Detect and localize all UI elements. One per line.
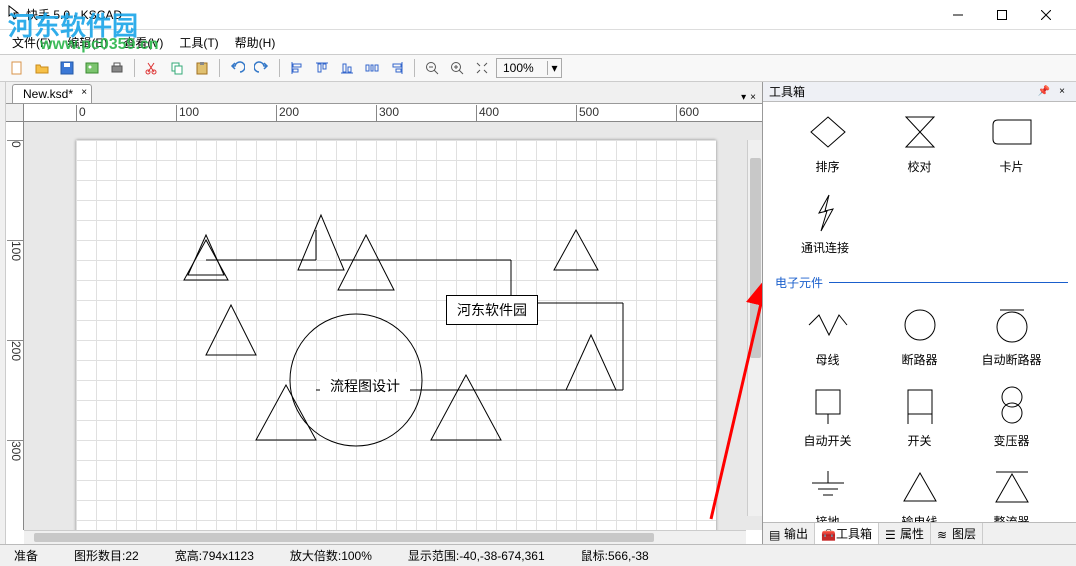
props-icon: ☰ (885, 528, 897, 540)
save-button[interactable] (56, 57, 78, 79)
document-tab-row: New.ksd* × ▾ × (6, 82, 762, 104)
toolbox-panel: 工具箱 📌 × 排序 校对 卡片 (762, 82, 1076, 544)
toolbar: 100% ▾ (0, 54, 1076, 82)
zoom-combo[interactable]: 100% ▾ (496, 58, 562, 78)
shape-auto-breaker[interactable]: 自动断路器 (976, 305, 1048, 368)
ruler-vertical: 0 100 200 300 (6, 122, 24, 530)
maximize-button[interactable] (980, 0, 1024, 30)
shape-sort[interactable]: 排序 (792, 112, 864, 175)
align-bottom-button[interactable] (336, 57, 358, 79)
bus-icon (800, 305, 856, 345)
window-title: 快手 5.0 - KSCAD (26, 6, 936, 23)
panel-close-icon[interactable]: × (1054, 86, 1070, 97)
status-ready: 准备 (6, 547, 46, 564)
menu-edit[interactable]: 编辑(E) (61, 32, 113, 53)
document-tab[interactable]: New.ksd* × (12, 84, 92, 103)
section-electronic[interactable]: 电子元件 (775, 274, 1068, 291)
shape-switch[interactable]: 开关 (884, 386, 956, 449)
shape-ground[interactable]: 接地 (792, 467, 864, 522)
align-left-button[interactable] (286, 57, 308, 79)
minimize-button[interactable] (936, 0, 980, 30)
vertical-scrollbar[interactable] (747, 140, 762, 516)
status-zoom: 放大倍数:100% (282, 547, 380, 564)
menu-tool[interactable]: 工具(T) (173, 32, 224, 53)
canvas-text-box-2[interactable]: 流程图设计 (320, 372, 410, 400)
status-viewport: 显示范围:-40,-38-674,361 (400, 547, 553, 564)
zoom-out-button[interactable] (421, 57, 443, 79)
panel-pin-icon[interactable]: 📌 (1036, 86, 1052, 97)
distribute-h-button[interactable] (361, 57, 383, 79)
align-right-button[interactable] (386, 57, 408, 79)
menubar: 文件(F) 编辑(E) 查看(V) 工具(T) 帮助(H) (0, 30, 1076, 54)
ground-icon (800, 467, 856, 507)
horizontal-scrollbar[interactable] (24, 530, 746, 544)
tab-close-icon[interactable]: × (81, 87, 87, 98)
print-button[interactable] (106, 57, 128, 79)
panel-tab-strip: ▤输出 🧰工具箱 ☰属性 ≋图层 (763, 522, 1076, 544)
sort-icon (800, 112, 856, 152)
shape-check[interactable]: 校对 (884, 112, 956, 175)
statusbar: 准备 图形数目:22 宽高:794x1123 放大倍数:100% 显示范围:-4… (0, 544, 1076, 566)
zoom-value: 100% (497, 61, 547, 75)
window-titlebar: 快手 5.0 - KSCAD (0, 0, 1076, 30)
layers-icon: ≋ (937, 528, 949, 540)
cut-button[interactable] (141, 57, 163, 79)
export-image-button[interactable] (81, 57, 103, 79)
shape-comm-link[interactable]: 通讯连接 (789, 193, 861, 256)
ruler-corner (6, 104, 24, 122)
tab-properties[interactable]: ☰属性 (879, 523, 931, 544)
menu-file[interactable]: 文件(F) (6, 32, 57, 53)
tab-close-all-icon[interactable]: × (750, 92, 756, 103)
status-shape-count: 图形数目:22 (66, 547, 147, 564)
card-icon (984, 112, 1040, 152)
toolbox-icon: 🧰 (821, 528, 833, 540)
status-page-size: 宽高:794x1123 (167, 547, 262, 564)
output-icon: ▤ (769, 528, 781, 540)
open-button[interactable] (31, 57, 53, 79)
undo-button[interactable] (226, 57, 248, 79)
zoom-fit-button[interactable] (471, 57, 493, 79)
shape-breaker[interactable]: 断路器 (884, 305, 956, 368)
app-icon (8, 5, 20, 24)
auto-breaker-icon (984, 305, 1040, 345)
transformer-icon (984, 386, 1040, 426)
powerline-icon (892, 467, 948, 507)
lightning-icon (797, 193, 853, 233)
panel-title: 工具箱 (769, 83, 1034, 100)
align-top-button[interactable] (311, 57, 333, 79)
shape-rectifier[interactable]: 整流器 (976, 467, 1048, 522)
switch-icon (892, 386, 948, 426)
tab-menu-icon[interactable]: ▾ (741, 92, 746, 103)
shape-transformer[interactable]: 变压器 (976, 386, 1048, 449)
paste-button[interactable] (191, 57, 213, 79)
circle-icon (892, 305, 948, 345)
tab-toolbox[interactable]: 🧰工具箱 (815, 523, 879, 544)
ruler-horizontal: 0 100 200 300 400 500 600 (24, 104, 762, 122)
canvas-text-box-1[interactable]: 河东软件园 (446, 295, 538, 325)
menu-help[interactable]: 帮助(H) (229, 32, 282, 53)
shape-bus[interactable]: 母线 (792, 305, 864, 368)
zoom-in-button[interactable] (446, 57, 468, 79)
toolbox-body[interactable]: 排序 校对 卡片 通讯连接 电子元件 (763, 102, 1076, 522)
canvas-viewport[interactable]: 河东软件园 流程图设计 (24, 122, 762, 530)
copy-button[interactable] (166, 57, 188, 79)
menu-view[interactable]: 查看(V) (117, 32, 169, 53)
hourglass-icon (892, 112, 948, 152)
shape-power-line[interactable]: 输电线 (884, 467, 956, 522)
tab-layers[interactable]: ≋图层 (931, 523, 983, 544)
status-mouse: 鼠标:566,-38 (573, 547, 657, 564)
zoom-dropdown-icon[interactable]: ▾ (547, 61, 561, 75)
document-tab-label: New.ksd* (23, 87, 73, 101)
auto-switch-icon (800, 386, 856, 426)
shape-auto-switch[interactable]: 自动开关 (792, 386, 864, 449)
redo-button[interactable] (251, 57, 273, 79)
tab-output[interactable]: ▤输出 (763, 523, 815, 544)
new-button[interactable] (6, 57, 28, 79)
shape-card[interactable]: 卡片 (976, 112, 1048, 175)
drawing-page[interactable]: 河东软件园 流程图设计 (76, 140, 716, 530)
close-button[interactable] (1024, 0, 1068, 30)
rectifier-icon (984, 467, 1040, 507)
